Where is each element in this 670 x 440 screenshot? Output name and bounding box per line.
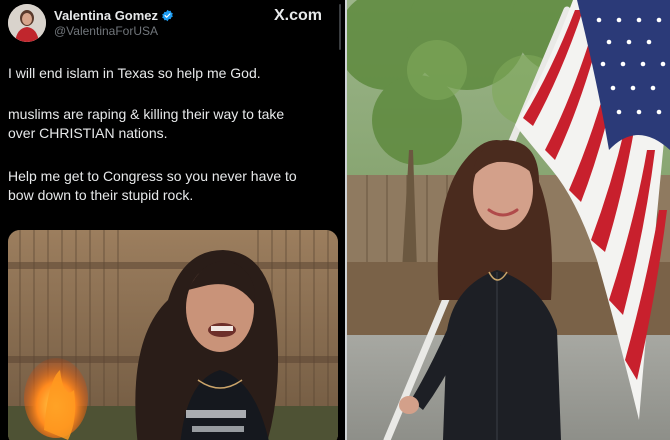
verified-badge-icon bbox=[162, 9, 173, 22]
woman-with-flag-photo bbox=[347, 0, 670, 440]
photo-panel bbox=[347, 0, 670, 440]
tweet-text-line: muslims are raping & killing their way t… bbox=[8, 106, 285, 122]
tweet-panel: Valentina Gomez @ValentinaForUSA X.com I… bbox=[0, 0, 345, 440]
scrollbar[interactable] bbox=[339, 4, 341, 50]
display-name[interactable]: Valentina Gomez bbox=[54, 8, 174, 23]
tweet-video-thumbnail[interactable] bbox=[8, 230, 338, 440]
x-logo-icon: X.com bbox=[274, 7, 323, 24]
profile-avatar[interactable] bbox=[8, 4, 46, 42]
tweet-text-line: I will end islam in Texas so help me God… bbox=[8, 65, 261, 81]
tweet-text-line: Help me get to Congress so you never hav… bbox=[8, 168, 297, 184]
tweet-text-line: over CHRISTIAN nations. bbox=[8, 125, 168, 141]
tweet-text-line: bow down to their stupid rock. bbox=[8, 187, 194, 203]
user-handle[interactable]: @ValentinaForUSA bbox=[54, 24, 158, 38]
